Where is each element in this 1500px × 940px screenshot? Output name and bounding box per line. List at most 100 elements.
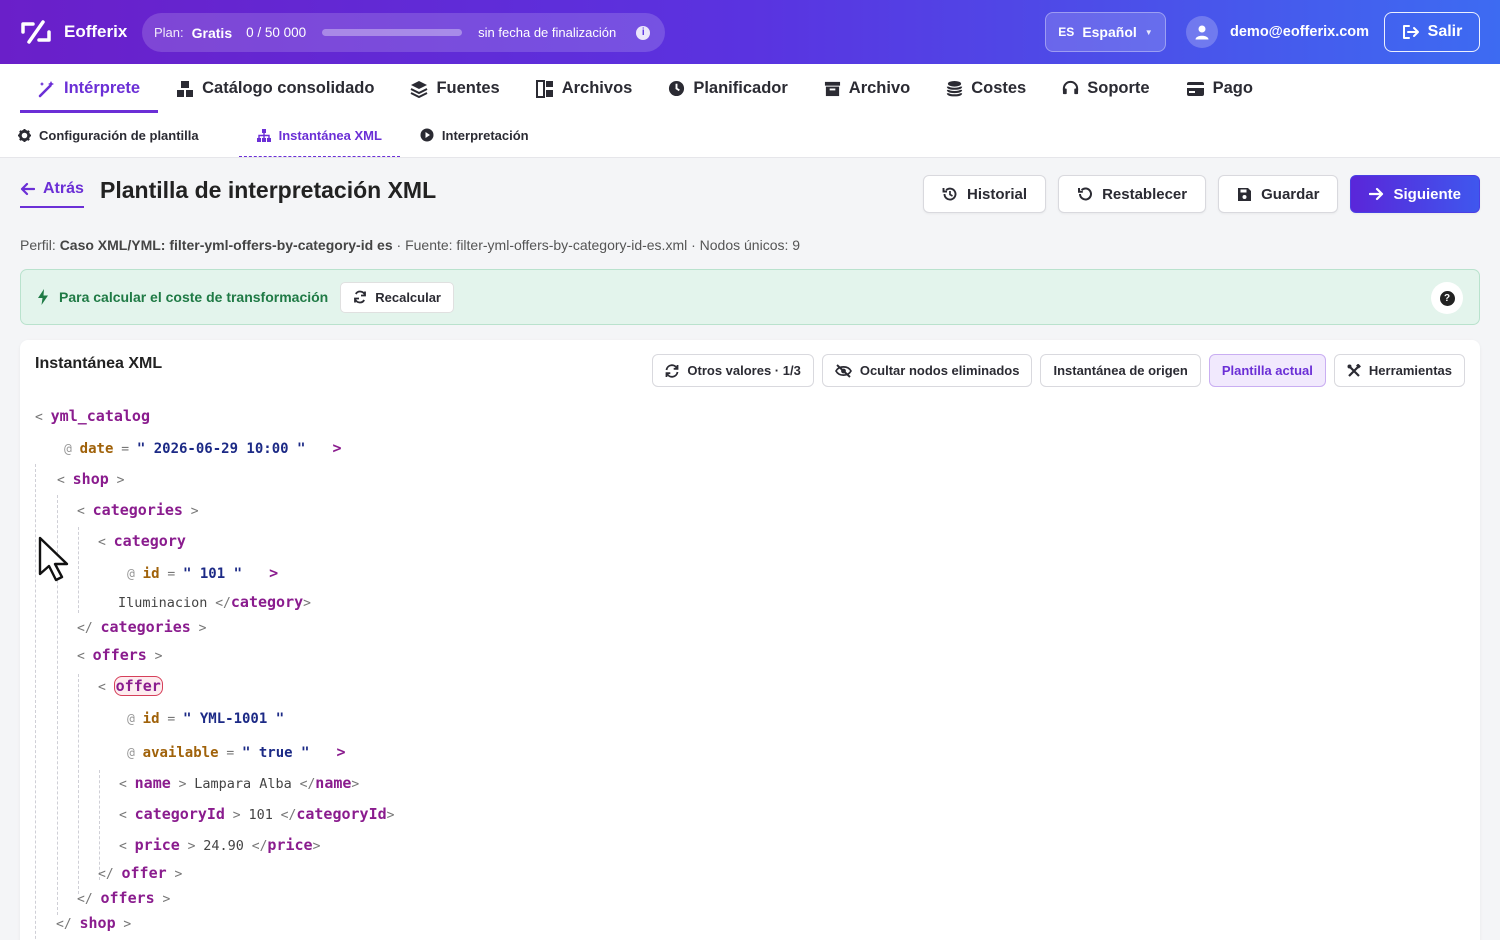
play-circle-icon <box>420 128 434 142</box>
xml-node-offer[interactable]: < offer <box>98 676 163 698</box>
xml-attr-value: true <box>258 745 293 761</box>
cost-alert: Para calcular el coste de transformación… <box>20 269 1480 325</box>
reset-button[interactable]: Restablecer <box>1058 175 1207 213</box>
xml-node-offers[interactable]: < offers > <box>77 645 163 667</box>
nav-label: Catálogo consolidado <box>202 79 375 97</box>
plan-label: Plan: <box>154 25 184 40</box>
xml-close-tag: price <box>267 836 313 854</box>
xml-tag: price <box>134 836 180 854</box>
save-label: Guardar <box>1261 185 1320 203</box>
coins-icon <box>947 80 963 97</box>
xml-tag: name <box>134 774 171 792</box>
layers-icon <box>411 80 428 98</box>
xml-node-yml_catalog[interactable]: < yml_catalog <box>35 406 150 428</box>
xml-attribute[interactable]: @ id = " YML-1001 " <box>127 708 284 730</box>
xml-attr-name: available <box>142 745 219 761</box>
xml-close-tag: shop <box>79 914 116 932</box>
info-icon[interactable]: i <box>636 25 651 40</box>
save-button[interactable]: Guardar <box>1218 175 1339 213</box>
xml-tag-highlighted[interactable]: offer <box>113 676 163 696</box>
nav-item-archivos[interactable]: Archivos <box>518 64 651 113</box>
nav-item-planificador[interactable]: Planificador <box>650 64 805 113</box>
sign-out-icon <box>1402 25 1419 39</box>
back-button[interactable]: Atrás <box>20 180 84 208</box>
gear-icon <box>18 128 31 142</box>
xml-text: Lampara Alba <box>194 776 292 792</box>
nav-label: Archivos <box>561 79 633 97</box>
profile-name: Caso XML/YML: filter-yml-offers-by-categ… <box>59 237 393 253</box>
xml-node-categories[interactable]: < categories > <box>77 500 199 522</box>
refresh-icon <box>354 290 367 304</box>
language-selector[interactable]: ES Español ▼ <box>1045 12 1166 52</box>
xml-attribute[interactable]: @ date = " 2026-06-29 10:00 " > <box>64 438 342 460</box>
tree-guide <box>78 527 79 613</box>
xml-attr-name: date <box>79 441 114 457</box>
xml-attribute[interactable]: @ available = " true " > <box>127 742 346 764</box>
plan-usage-bar <box>322 29 463 36</box>
history-label: Historial <box>967 185 1028 203</box>
tab-configuracion[interactable]: Configuración de plantilla <box>18 113 221 157</box>
reset-label: Restablecer <box>1102 185 1188 203</box>
clock-icon <box>669 80 685 97</box>
profile-label: Perfil: <box>20 237 56 253</box>
xml-node-categoryId[interactable]: < categoryId > 101 </categoryId> <box>119 804 394 826</box>
xml-tree: < yml_catalog @ date = " 2026-06-29 10:0… <box>20 340 1480 940</box>
recalculate-button[interactable]: Recalcular <box>340 281 454 313</box>
xml-close-shop: </ shop > <box>56 914 132 932</box>
alert-text: Para calcular el coste de transformación <box>59 289 329 305</box>
xml-tag: shop <box>72 470 109 488</box>
plan-value: Gratis <box>191 24 233 41</box>
xml-node-category[interactable]: < category <box>98 531 186 553</box>
arrow-left-icon <box>20 182 35 196</box>
xml-close-tag: categories <box>100 618 191 636</box>
help-button[interactable]: ? <box>1431 282 1463 314</box>
app-logo[interactable]: Eofferix <box>20 18 127 46</box>
nav-item-soporte[interactable]: Soporte <box>1044 64 1167 113</box>
xml-node-name[interactable]: < name > Lampara Alba </name> <box>119 773 359 795</box>
plan-end-date: sin fecha de finalización <box>478 25 617 40</box>
xml-text-node[interactable]: Iluminacion </category> <box>118 592 311 614</box>
header-actions: Historial Restablecer Guardar Siguiente <box>923 175 1480 213</box>
nav-label: Planificador <box>693 79 788 97</box>
tree-guide <box>35 464 36 940</box>
logout-button[interactable]: Salir <box>1384 12 1480 52</box>
nav-item-archivo[interactable]: Archivo <box>806 64 928 113</box>
sitemap-icon <box>256 128 271 142</box>
nav-label: Costes <box>971 79 1027 97</box>
xml-close-tag: name <box>315 774 352 792</box>
history-button[interactable]: Historial <box>923 175 1047 213</box>
app-name: Eofferix <box>64 22 128 41</box>
credit-card-icon <box>1186 81 1204 96</box>
nav-item-costes[interactable]: Costes <box>928 64 1044 113</box>
nav-item-catalogo[interactable]: Catálogo consolidado <box>158 64 392 113</box>
next-button[interactable]: Siguiente <box>1350 175 1480 213</box>
tab-label: Configuración de plantilla <box>39 127 199 143</box>
main-nav: Intérprete Catálogo consolidado Fuentes … <box>0 64 1500 113</box>
arrow-right-icon <box>1369 187 1384 201</box>
xml-close-offers: </ offers > <box>77 889 171 907</box>
tab-interpretacion[interactable]: Interpretación <box>420 113 551 157</box>
xml-attr-name: id <box>142 566 160 582</box>
xml-node-price[interactable]: < price > 24.90 </price> <box>119 835 320 857</box>
xml-attr-value: 101 <box>199 566 226 582</box>
tree-guide <box>78 674 79 894</box>
xml-node-shop[interactable]: < shop > <box>57 469 124 491</box>
nav-item-fuentes[interactable]: Fuentes <box>392 64 517 113</box>
nav-label: Fuentes <box>436 79 500 97</box>
back-label: Atrás <box>43 180 84 197</box>
xml-close-categories: </ categories > <box>77 618 207 636</box>
nav-item-pago[interactable]: Pago <box>1168 64 1271 113</box>
xml-attribute[interactable]: @ id = " 101 " > <box>127 563 278 585</box>
tab-instantanea-xml[interactable]: Instantánea XML <box>238 113 401 157</box>
floppy-disk-icon <box>1238 187 1252 201</box>
page-title: Plantilla de interpretación XML <box>100 177 437 203</box>
profile-info: Perfil: Caso XML/YML: filter-yml-offers-… <box>20 237 800 253</box>
files-icon <box>535 79 553 98</box>
nav-item-interprete[interactable]: Intérprete <box>20 64 159 113</box>
user-menu[interactable]: demo@eofferix.com <box>1186 16 1369 48</box>
xml-snapshot-card: Instantánea XML Otros valores · 1/3 Ocul… <box>20 340 1480 940</box>
xml-close-tag: offer <box>121 864 167 882</box>
xml-attr-value: 2026-06-29 10:00 <box>153 441 289 457</box>
boxes-icon <box>177 80 194 97</box>
logo-icon <box>21 20 51 44</box>
